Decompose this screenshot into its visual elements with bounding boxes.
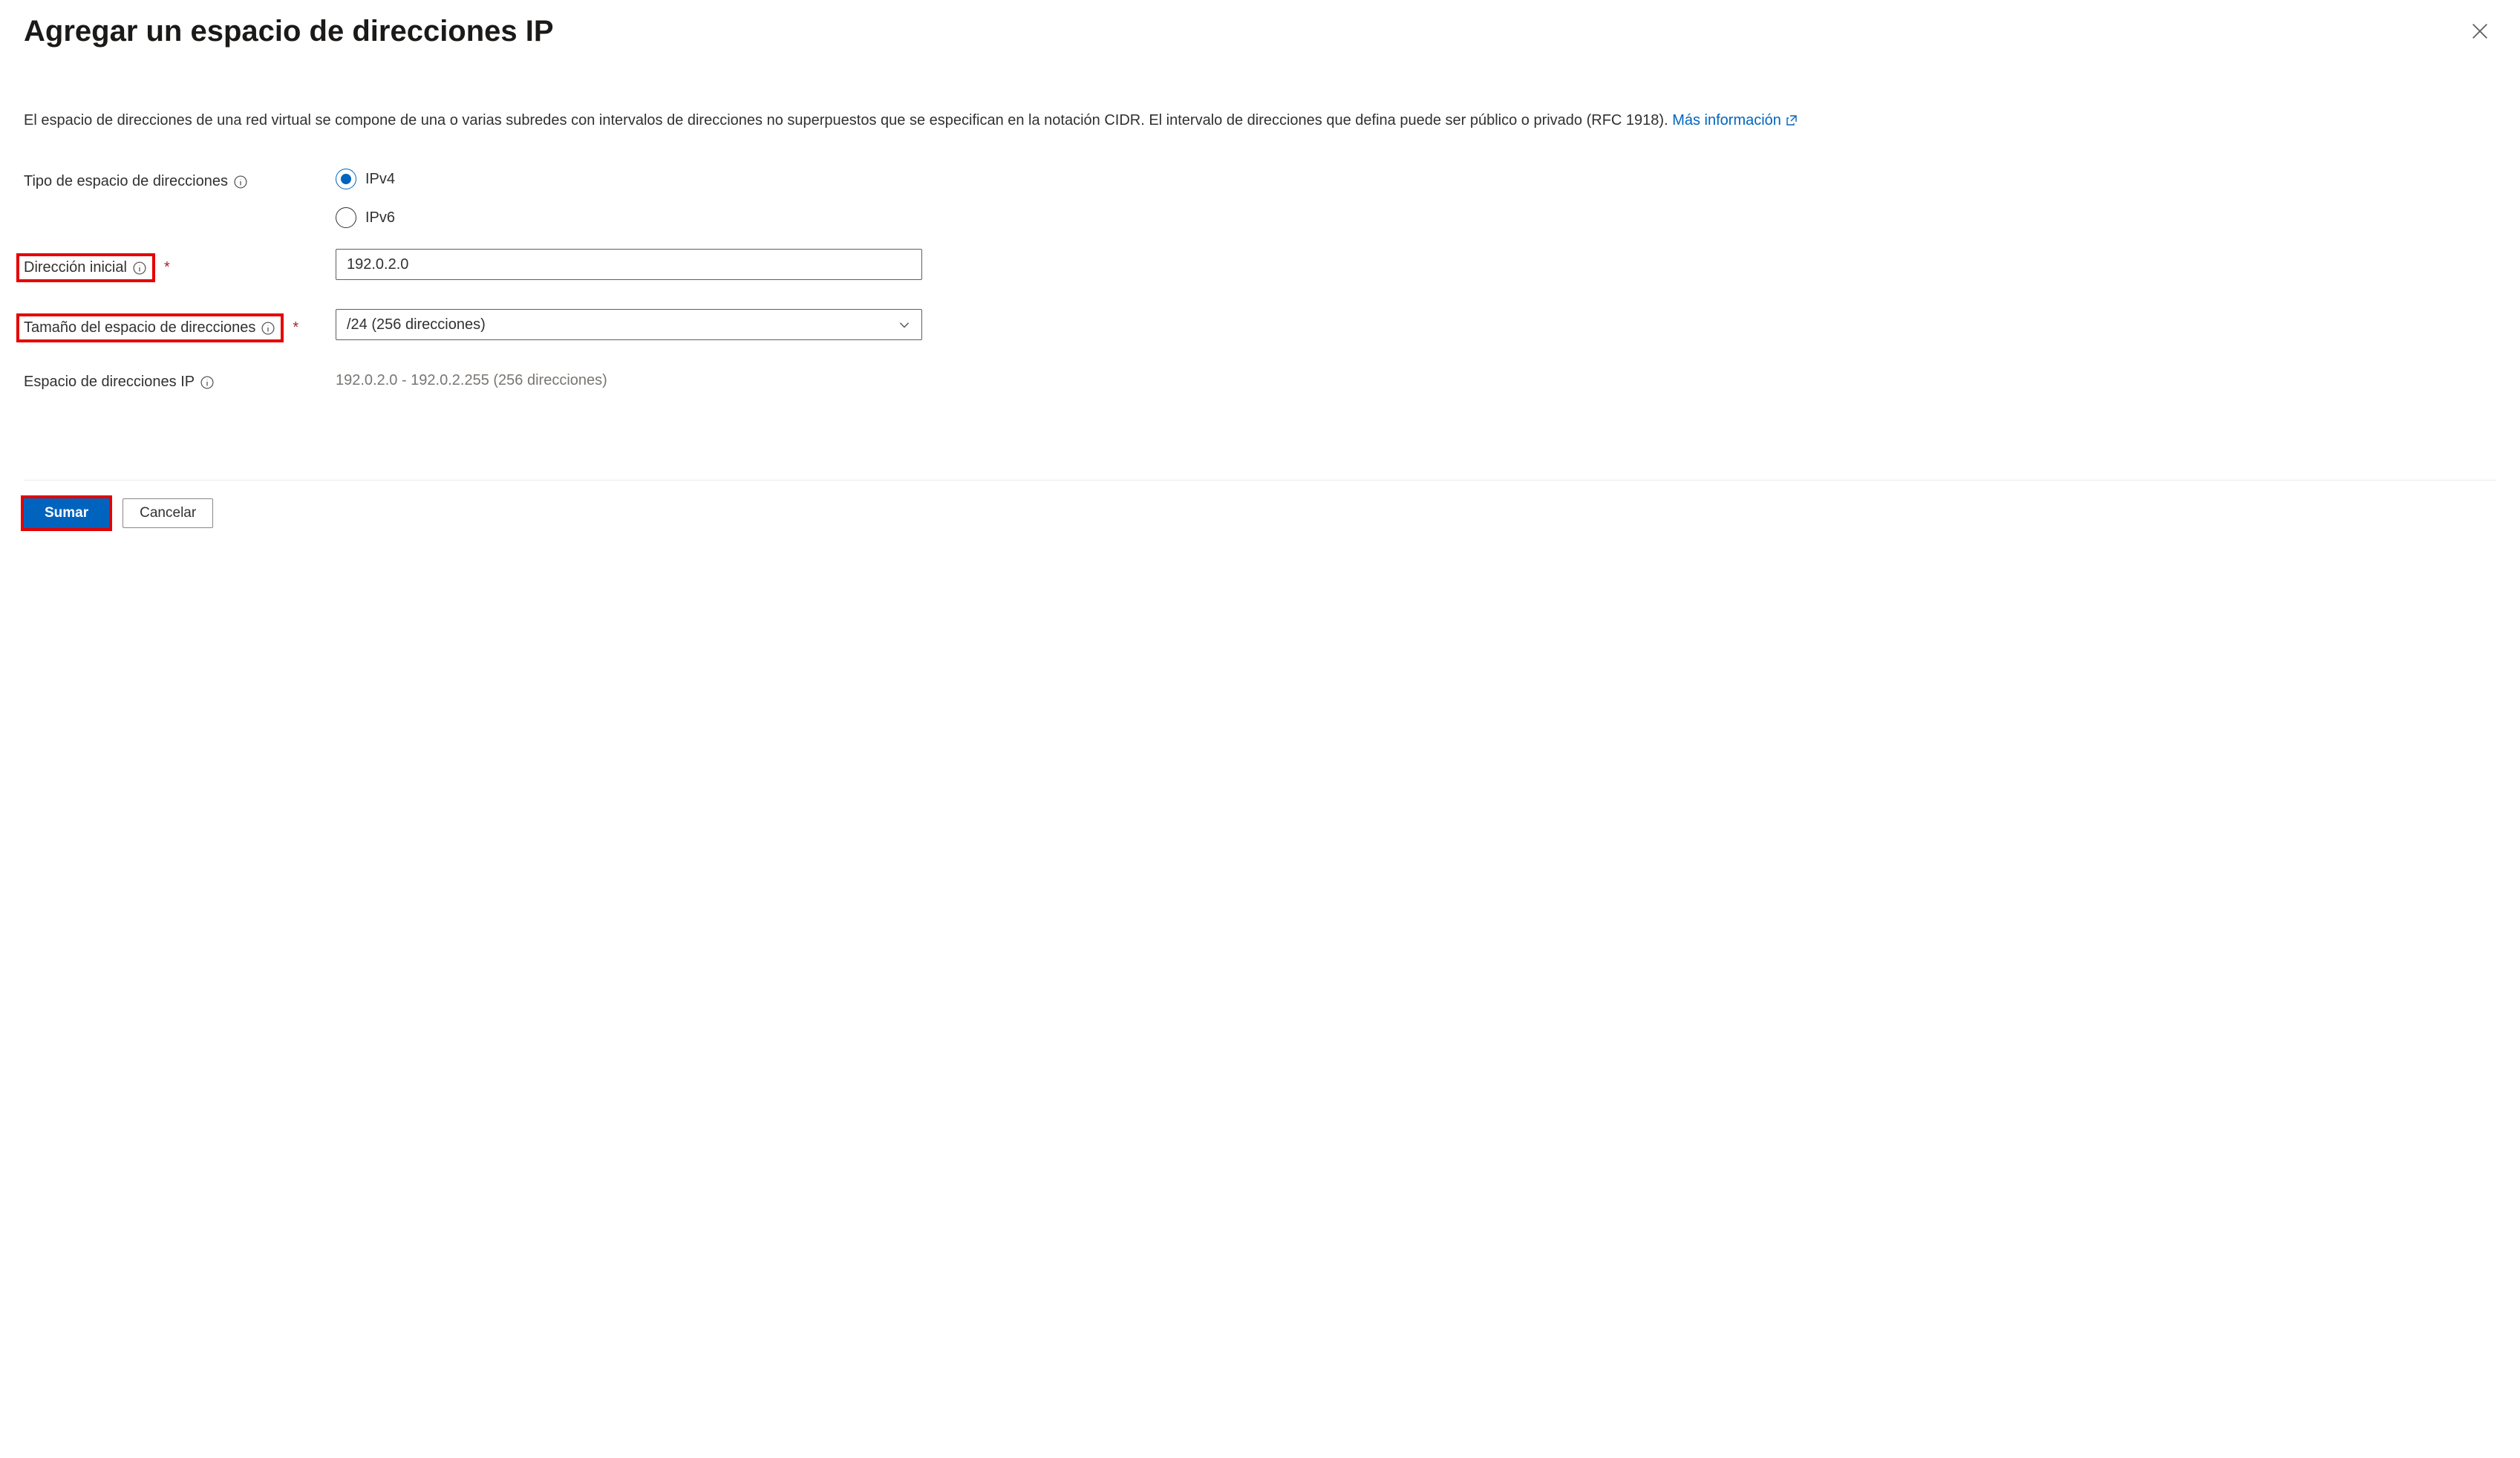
- page-title: Agregar un espacio de direcciones IP: [24, 15, 554, 48]
- radio-ipv4-label: IPv4: [365, 171, 395, 188]
- radio-ipv6[interactable]: IPv6: [336, 207, 922, 228]
- address-size-label-highlight: Tamaño del espacio de direcciones: [16, 313, 284, 342]
- add-button[interactable]: Sumar: [24, 498, 109, 528]
- close-button[interactable]: [2464, 15, 2496, 50]
- info-icon[interactable]: [261, 322, 275, 335]
- learn-more-text: Más información: [1672, 109, 1781, 131]
- cancel-button[interactable]: Cancelar: [123, 498, 213, 528]
- description-text: El espacio de direcciones de una red vir…: [24, 109, 2496, 131]
- description-body: El espacio de direcciones de una red vir…: [24, 112, 1672, 128]
- start-address-label: Dirección inicial: [24, 259, 127, 276]
- radio-ipv4[interactable]: IPv4: [336, 169, 922, 189]
- start-address-label-highlight: Dirección inicial: [16, 253, 155, 282]
- info-icon[interactable]: [234, 175, 247, 189]
- learn-more-link[interactable]: Más información: [1672, 109, 1798, 131]
- address-size-value: /24 (256 direcciones): [347, 316, 486, 333]
- ip-space-value: 192.0.2.0 - 192.0.2.255 (256 direcciones…: [336, 369, 922, 389]
- radio-ipv6-label: IPv6: [365, 209, 395, 227]
- required-asterisk: *: [293, 319, 298, 336]
- address-size-select[interactable]: /24 (256 direcciones): [336, 309, 922, 340]
- required-asterisk: *: [164, 259, 170, 276]
- address-type-radio-group: IPv4 IPv6: [336, 169, 922, 228]
- radio-indicator-unchecked: [336, 207, 356, 228]
- address-size-label: Tamaño del espacio de direcciones: [24, 319, 255, 336]
- radio-indicator-checked: [336, 169, 356, 189]
- close-icon: [2470, 21, 2490, 42]
- external-link-icon: [1786, 114, 1798, 126]
- info-icon[interactable]: [133, 261, 146, 275]
- info-icon[interactable]: [200, 376, 214, 389]
- address-type-label: Tipo de espacio de direcciones: [24, 173, 228, 190]
- ip-space-label: Espacio de direcciones IP: [24, 374, 195, 391]
- start-address-input[interactable]: [336, 249, 922, 280]
- chevron-down-icon: [898, 318, 911, 331]
